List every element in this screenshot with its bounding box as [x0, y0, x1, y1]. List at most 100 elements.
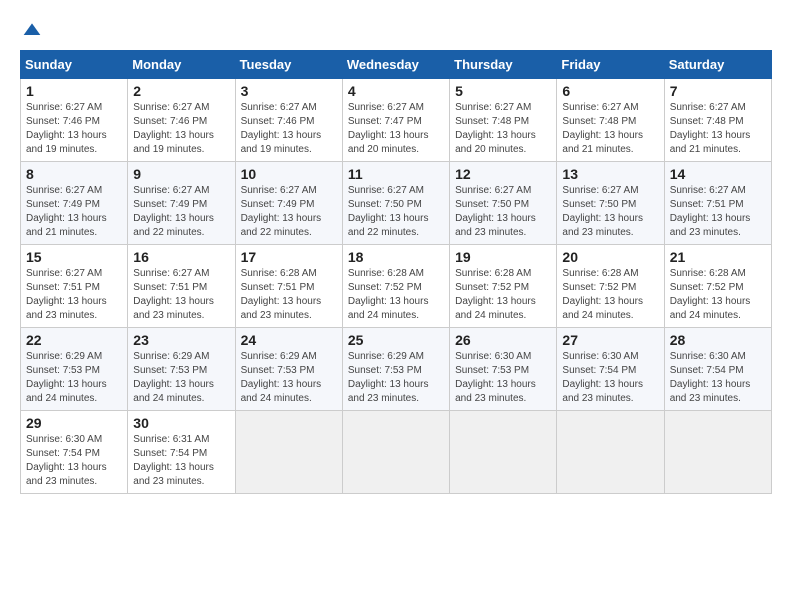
day-number: 22	[26, 332, 122, 348]
calendar-cell: 3 Sunrise: 6:27 AMSunset: 7:46 PMDaylight…	[235, 79, 342, 162]
day-detail: Sunrise: 6:27 AMSunset: 7:50 PMDaylight:…	[348, 184, 444, 240]
calendar-cell: 14 Sunrise: 6:27 AMSunset: 7:51 PMDayligh…	[664, 162, 771, 245]
column-header-thursday: Thursday	[450, 51, 557, 79]
day-detail: Sunrise: 6:30 AMSunset: 7:54 PMDaylight:…	[670, 350, 766, 406]
day-number: 25	[348, 332, 444, 348]
day-detail: Sunrise: 6:27 AMSunset: 7:50 PMDaylight:…	[455, 184, 551, 240]
calendar-cell: 29 Sunrise: 6:30 AMSunset: 7:54 PMDayligh…	[21, 411, 128, 494]
day-number: 14	[670, 166, 766, 182]
day-number: 5	[455, 83, 551, 99]
day-number: 9	[133, 166, 229, 182]
day-number: 29	[26, 415, 122, 431]
calendar-cell: 12Sunrise: 6:27 AMSunset: 7:50 PMDayligh…	[450, 162, 557, 245]
day-detail: Sunrise: 6:29 AMSunset: 7:53 PMDaylight:…	[26, 350, 122, 406]
day-number: 19	[455, 249, 551, 265]
calendar-cell: 15 Sunrise: 6:27 AMSunset: 7:51 PMDayligh…	[21, 245, 128, 328]
day-number: 4	[348, 83, 444, 99]
day-number: 16	[133, 249, 229, 265]
calendar-cell	[235, 411, 342, 494]
day-number: 18	[348, 249, 444, 265]
calendar-cell	[557, 411, 664, 494]
logo-icon	[22, 20, 42, 40]
calendar-cell: 20 Sunrise: 6:28 AMSunset: 7:52 PMDayligh…	[557, 245, 664, 328]
day-detail: Sunrise: 6:27 AMSunset: 7:46 PMDaylight:…	[241, 101, 337, 157]
calendar-cell: 5 Sunrise: 6:27 AMSunset: 7:48 PMDaylight…	[450, 79, 557, 162]
day-detail: Sunrise: 6:27 AMSunset: 7:51 PMDaylight:…	[26, 267, 122, 323]
column-header-sunday: Sunday	[21, 51, 128, 79]
calendar-header-row: SundayMondayTuesdayWednesdayThursdayFrid…	[21, 51, 772, 79]
day-number: 15	[26, 249, 122, 265]
calendar-cell: 22 Sunrise: 6:29 AMSunset: 7:53 PMDayligh…	[21, 328, 128, 411]
day-number: 20	[562, 249, 658, 265]
day-number: 17	[241, 249, 337, 265]
day-detail: Sunrise: 6:28 AMSunset: 7:52 PMDaylight:…	[348, 267, 444, 323]
day-number: 28	[670, 332, 766, 348]
calendar-cell: 7 Sunrise: 6:27 AMSunset: 7:48 PMDaylight…	[664, 79, 771, 162]
day-number: 10	[241, 166, 337, 182]
calendar-cell: 11Sunrise: 6:27 AMSunset: 7:50 PMDayligh…	[342, 162, 449, 245]
day-detail: Sunrise: 6:27 AMSunset: 7:49 PMDaylight:…	[133, 184, 229, 240]
calendar-cell: 4 Sunrise: 6:27 AMSunset: 7:47 PMDaylight…	[342, 79, 449, 162]
calendar-row: 15 Sunrise: 6:27 AMSunset: 7:51 PMDayligh…	[21, 245, 772, 328]
day-detail: Sunrise: 6:29 AMSunset: 7:53 PMDaylight:…	[241, 350, 337, 406]
day-number: 8	[26, 166, 122, 182]
calendar-cell: 19 Sunrise: 6:28 AMSunset: 7:52 PMDayligh…	[450, 245, 557, 328]
calendar-row: 29 Sunrise: 6:30 AMSunset: 7:54 PMDayligh…	[21, 411, 772, 494]
calendar-cell: 9 Sunrise: 6:27 AMSunset: 7:49 PMDaylight…	[128, 162, 235, 245]
calendar-table: SundayMondayTuesdayWednesdayThursdayFrid…	[20, 50, 772, 494]
day-detail: Sunrise: 6:27 AMSunset: 7:46 PMDaylight:…	[133, 101, 229, 157]
calendar-cell: 16 Sunrise: 6:27 AMSunset: 7:51 PMDayligh…	[128, 245, 235, 328]
day-number: 30	[133, 415, 229, 431]
calendar-cell: 21 Sunrise: 6:28 AMSunset: 7:52 PMDayligh…	[664, 245, 771, 328]
logo	[20, 20, 42, 40]
column-header-wednesday: Wednesday	[342, 51, 449, 79]
column-header-tuesday: Tuesday	[235, 51, 342, 79]
day-detail: Sunrise: 6:30 AMSunset: 7:53 PMDaylight:…	[455, 350, 551, 406]
day-number: 3	[241, 83, 337, 99]
calendar-row: 22 Sunrise: 6:29 AMSunset: 7:53 PMDayligh…	[21, 328, 772, 411]
day-detail: Sunrise: 6:29 AMSunset: 7:53 PMDaylight:…	[348, 350, 444, 406]
calendar-cell: 18 Sunrise: 6:28 AMSunset: 7:52 PMDayligh…	[342, 245, 449, 328]
day-detail: Sunrise: 6:30 AMSunset: 7:54 PMDaylight:…	[562, 350, 658, 406]
calendar-row: 1 Sunrise: 6:27 AMSunset: 7:46 PMDaylight…	[21, 79, 772, 162]
day-number: 1	[26, 83, 122, 99]
day-detail: Sunrise: 6:29 AMSunset: 7:53 PMDaylight:…	[133, 350, 229, 406]
calendar-cell	[342, 411, 449, 494]
calendar-cell	[664, 411, 771, 494]
day-number: 27	[562, 332, 658, 348]
day-detail: Sunrise: 6:27 AMSunset: 7:49 PMDaylight:…	[26, 184, 122, 240]
day-detail: Sunrise: 6:28 AMSunset: 7:51 PMDaylight:…	[241, 267, 337, 323]
calendar-body: 1 Sunrise: 6:27 AMSunset: 7:46 PMDaylight…	[21, 79, 772, 494]
calendar-cell: 13Sunrise: 6:27 AMSunset: 7:50 PMDayligh…	[557, 162, 664, 245]
day-number: 2	[133, 83, 229, 99]
day-number: 7	[670, 83, 766, 99]
day-detail: Sunrise: 6:27 AMSunset: 7:50 PMDaylight:…	[562, 184, 658, 240]
page-header	[20, 20, 772, 40]
day-detail: Sunrise: 6:27 AMSunset: 7:47 PMDaylight:…	[348, 101, 444, 157]
day-number: 24	[241, 332, 337, 348]
calendar-cell: 23 Sunrise: 6:29 AMSunset: 7:53 PMDayligh…	[128, 328, 235, 411]
day-detail: Sunrise: 6:28 AMSunset: 7:52 PMDaylight:…	[562, 267, 658, 323]
day-detail: Sunrise: 6:28 AMSunset: 7:52 PMDaylight:…	[455, 267, 551, 323]
day-detail: Sunrise: 6:27 AMSunset: 7:48 PMDaylight:…	[455, 101, 551, 157]
calendar-cell: 28 Sunrise: 6:30 AMSunset: 7:54 PMDayligh…	[664, 328, 771, 411]
calendar-cell: 26 Sunrise: 6:30 AMSunset: 7:53 PMDayligh…	[450, 328, 557, 411]
calendar-cell	[450, 411, 557, 494]
day-detail: Sunrise: 6:27 AMSunset: 7:51 PMDaylight:…	[670, 184, 766, 240]
calendar-cell: 30Sunrise: 6:31 AMSunset: 7:54 PMDayligh…	[128, 411, 235, 494]
day-number: 21	[670, 249, 766, 265]
day-detail: Sunrise: 6:27 AMSunset: 7:51 PMDaylight:…	[133, 267, 229, 323]
day-detail: Sunrise: 6:27 AMSunset: 7:48 PMDaylight:…	[670, 101, 766, 157]
calendar-row: 8 Sunrise: 6:27 AMSunset: 7:49 PMDaylight…	[21, 162, 772, 245]
column-header-saturday: Saturday	[664, 51, 771, 79]
column-header-monday: Monday	[128, 51, 235, 79]
day-number: 26	[455, 332, 551, 348]
calendar-cell: 10Sunrise: 6:27 AMSunset: 7:49 PMDayligh…	[235, 162, 342, 245]
column-header-friday: Friday	[557, 51, 664, 79]
calendar-cell: 6Sunrise: 6:27 AMSunset: 7:48 PMDaylight…	[557, 79, 664, 162]
calendar-cell: 24 Sunrise: 6:29 AMSunset: 7:53 PMDayligh…	[235, 328, 342, 411]
calendar-cell: 8 Sunrise: 6:27 AMSunset: 7:49 PMDaylight…	[21, 162, 128, 245]
day-detail: Sunrise: 6:30 AMSunset: 7:54 PMDaylight:…	[26, 433, 122, 489]
day-detail: Sunrise: 6:28 AMSunset: 7:52 PMDaylight:…	[670, 267, 766, 323]
day-number: 23	[133, 332, 229, 348]
